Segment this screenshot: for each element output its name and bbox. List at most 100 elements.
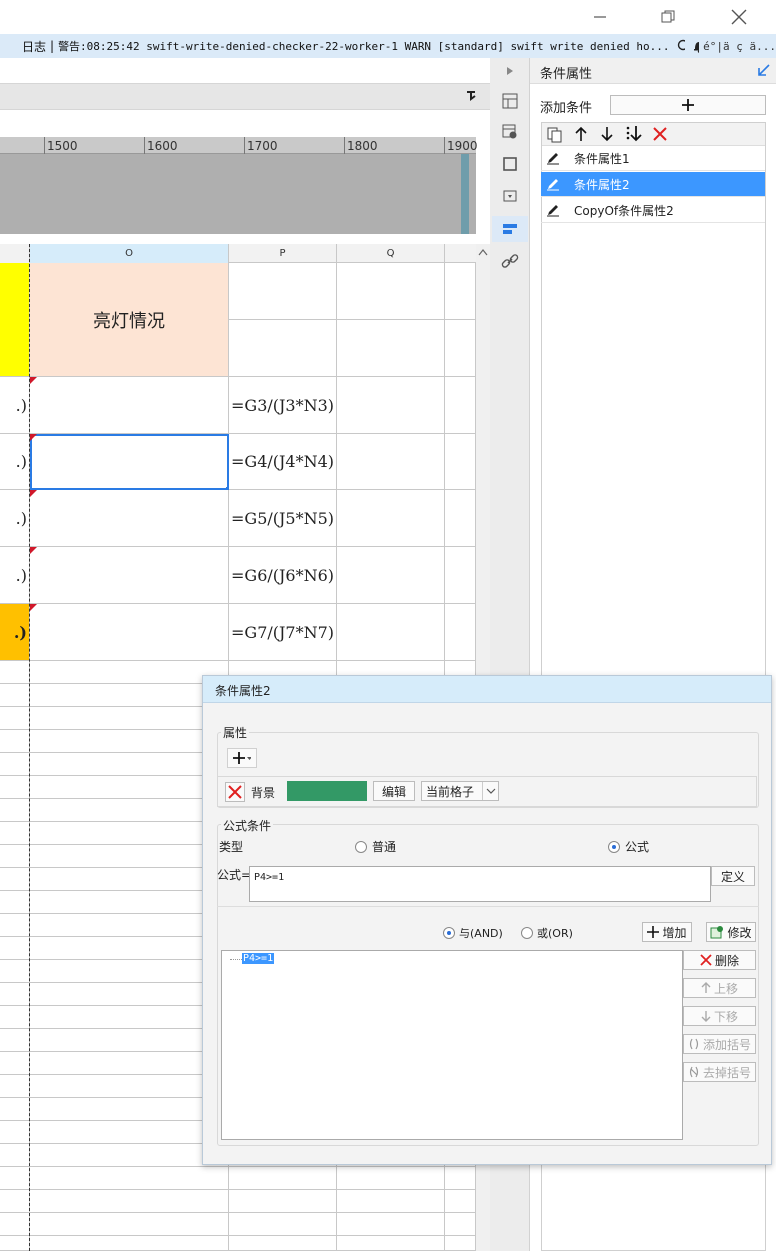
cell[interactable] <box>30 914 229 937</box>
cell[interactable] <box>0 1098 30 1121</box>
cell[interactable] <box>337 1236 445 1251</box>
cell[interactable] <box>0 1144 30 1167</box>
cell[interactable] <box>0 1121 30 1144</box>
cell[interactable] <box>0 845 30 868</box>
cell[interactable] <box>0 1052 30 1075</box>
canvas-scroll-thumb[interactable] <box>461 154 469 234</box>
copy-icon[interactable] <box>547 127 563 143</box>
column-header-o[interactable]: O <box>30 244 229 263</box>
cell[interactable] <box>0 799 30 822</box>
left-stub[interactable]: .) <box>0 547 30 604</box>
cell[interactable] <box>30 868 229 891</box>
condition-item[interactable]: 条件属性1 <box>541 146 765 171</box>
cell[interactable] <box>445 1236 476 1251</box>
tree-item-selected[interactable]: P4>=1 <box>242 953 275 964</box>
cell[interactable] <box>0 868 30 891</box>
type-normal-radio[interactable]: 普通 <box>355 838 396 855</box>
cell[interactable] <box>30 684 229 707</box>
cell[interactable] <box>30 730 229 753</box>
pin-icon[interactable] <box>466 90 478 102</box>
cell[interactable] <box>445 490 476 547</box>
cell[interactable] <box>229 1167 337 1190</box>
cell[interactable] <box>0 822 30 845</box>
cell[interactable] <box>30 1075 229 1098</box>
left-stub[interactable]: .) <box>0 434 30 490</box>
cell[interactable] <box>30 799 229 822</box>
edit-button[interactable]: 编辑 <box>373 781 415 801</box>
cell[interactable] <box>0 891 30 914</box>
cell[interactable] <box>30 776 229 799</box>
cell[interactable] <box>0 937 30 960</box>
cell[interactable] <box>30 1236 229 1251</box>
cell[interactable] <box>229 263 337 320</box>
cell[interactable] <box>30 845 229 868</box>
expand-arrow-icon[interactable] <box>506 66 514 76</box>
cell[interactable] <box>337 377 445 434</box>
background-color-swatch[interactable] <box>287 781 367 801</box>
cell[interactable] <box>229 1213 337 1236</box>
condition-tree[interactable]: P4>=1 <box>221 950 683 1140</box>
cell[interactable] <box>30 937 229 960</box>
cell[interactable] <box>0 661 30 684</box>
cell[interactable] <box>0 707 30 730</box>
formula-cell[interactable]: =G7/(J7*N7) <box>229 604 337 661</box>
hyperlink-icon[interactable] <box>500 251 520 271</box>
cell[interactable] <box>445 547 476 604</box>
scope-select[interactable]: 当前格子 <box>421 781 499 801</box>
cell[interactable] <box>0 960 30 983</box>
cell[interactable] <box>337 1190 445 1213</box>
formula-cell[interactable]: =G4/(J4*N4) <box>229 434 337 490</box>
remove-bracket-button[interactable]: 去掉括号 <box>683 1062 756 1082</box>
header-cell[interactable]: 亮灯情况 <box>30 263 229 377</box>
cell[interactable] <box>445 1190 476 1213</box>
condition-item[interactable]: CopyOf条件属性2 <box>541 198 765 223</box>
cell[interactable] <box>0 753 30 776</box>
cell[interactable] <box>0 1029 30 1052</box>
cell[interactable] <box>445 320 476 377</box>
log-label[interactable]: 日志 <box>22 38 46 55</box>
selected-cell[interactable] <box>30 434 229 490</box>
cell[interactable] <box>337 434 445 490</box>
cell[interactable] <box>445 434 476 490</box>
formula-input[interactable]: P4>=1 <box>249 866 711 902</box>
define-button[interactable]: 定义 <box>711 866 755 886</box>
formula-cell[interactable]: =G6/(J6*N6) <box>229 547 337 604</box>
cell[interactable] <box>30 891 229 914</box>
cell[interactable] <box>30 1121 229 1144</box>
left-stub[interactable]: .) <box>0 490 30 547</box>
collapse-panel-icon[interactable] <box>758 64 770 76</box>
cell[interactable] <box>30 1098 229 1121</box>
column-header-q[interactable]: Q <box>337 244 445 263</box>
column-header-p[interactable]: P <box>229 244 337 263</box>
cell[interactable] <box>30 1167 229 1190</box>
formula-cell[interactable]: =G5/(J5*N5) <box>229 490 337 547</box>
cell[interactable] <box>30 822 229 845</box>
bell-icon[interactable] <box>693 39 700 53</box>
table-settings-icon[interactable] <box>500 122 520 142</box>
cell[interactable] <box>30 707 229 730</box>
delete-button[interactable]: 删除 <box>683 950 756 970</box>
type-formula-radio[interactable]: 公式 <box>608 838 649 855</box>
cell[interactable] <box>337 547 445 604</box>
cell[interactable] <box>337 1213 445 1236</box>
condition-attr-icon[interactable] <box>500 219 520 239</box>
cell[interactable] <box>30 960 229 983</box>
cell[interactable] <box>445 377 476 434</box>
cell[interactable] <box>337 263 445 320</box>
cell-properties-icon[interactable] <box>500 91 520 111</box>
cell[interactable] <box>0 1075 30 1098</box>
add-bracket-button[interactable]: 添加括号 <box>683 1034 756 1054</box>
cell[interactable] <box>337 1167 445 1190</box>
minimize-button[interactable] <box>577 0 623 34</box>
add-button[interactable]: 增加 <box>642 922 692 942</box>
cell[interactable] <box>30 547 229 604</box>
cell[interactable] <box>0 1213 30 1236</box>
cell[interactable] <box>0 983 30 1006</box>
scroll-up-icon[interactable] <box>478 248 488 256</box>
and-radio[interactable]: 与(AND) <box>443 925 503 941</box>
move-bottom-icon[interactable] <box>625 125 643 143</box>
move-down-icon[interactable] <box>601 126 613 142</box>
modify-button[interactable]: 修改 <box>706 922 756 942</box>
cell[interactable] <box>445 263 476 320</box>
cell[interactable] <box>0 1006 30 1029</box>
